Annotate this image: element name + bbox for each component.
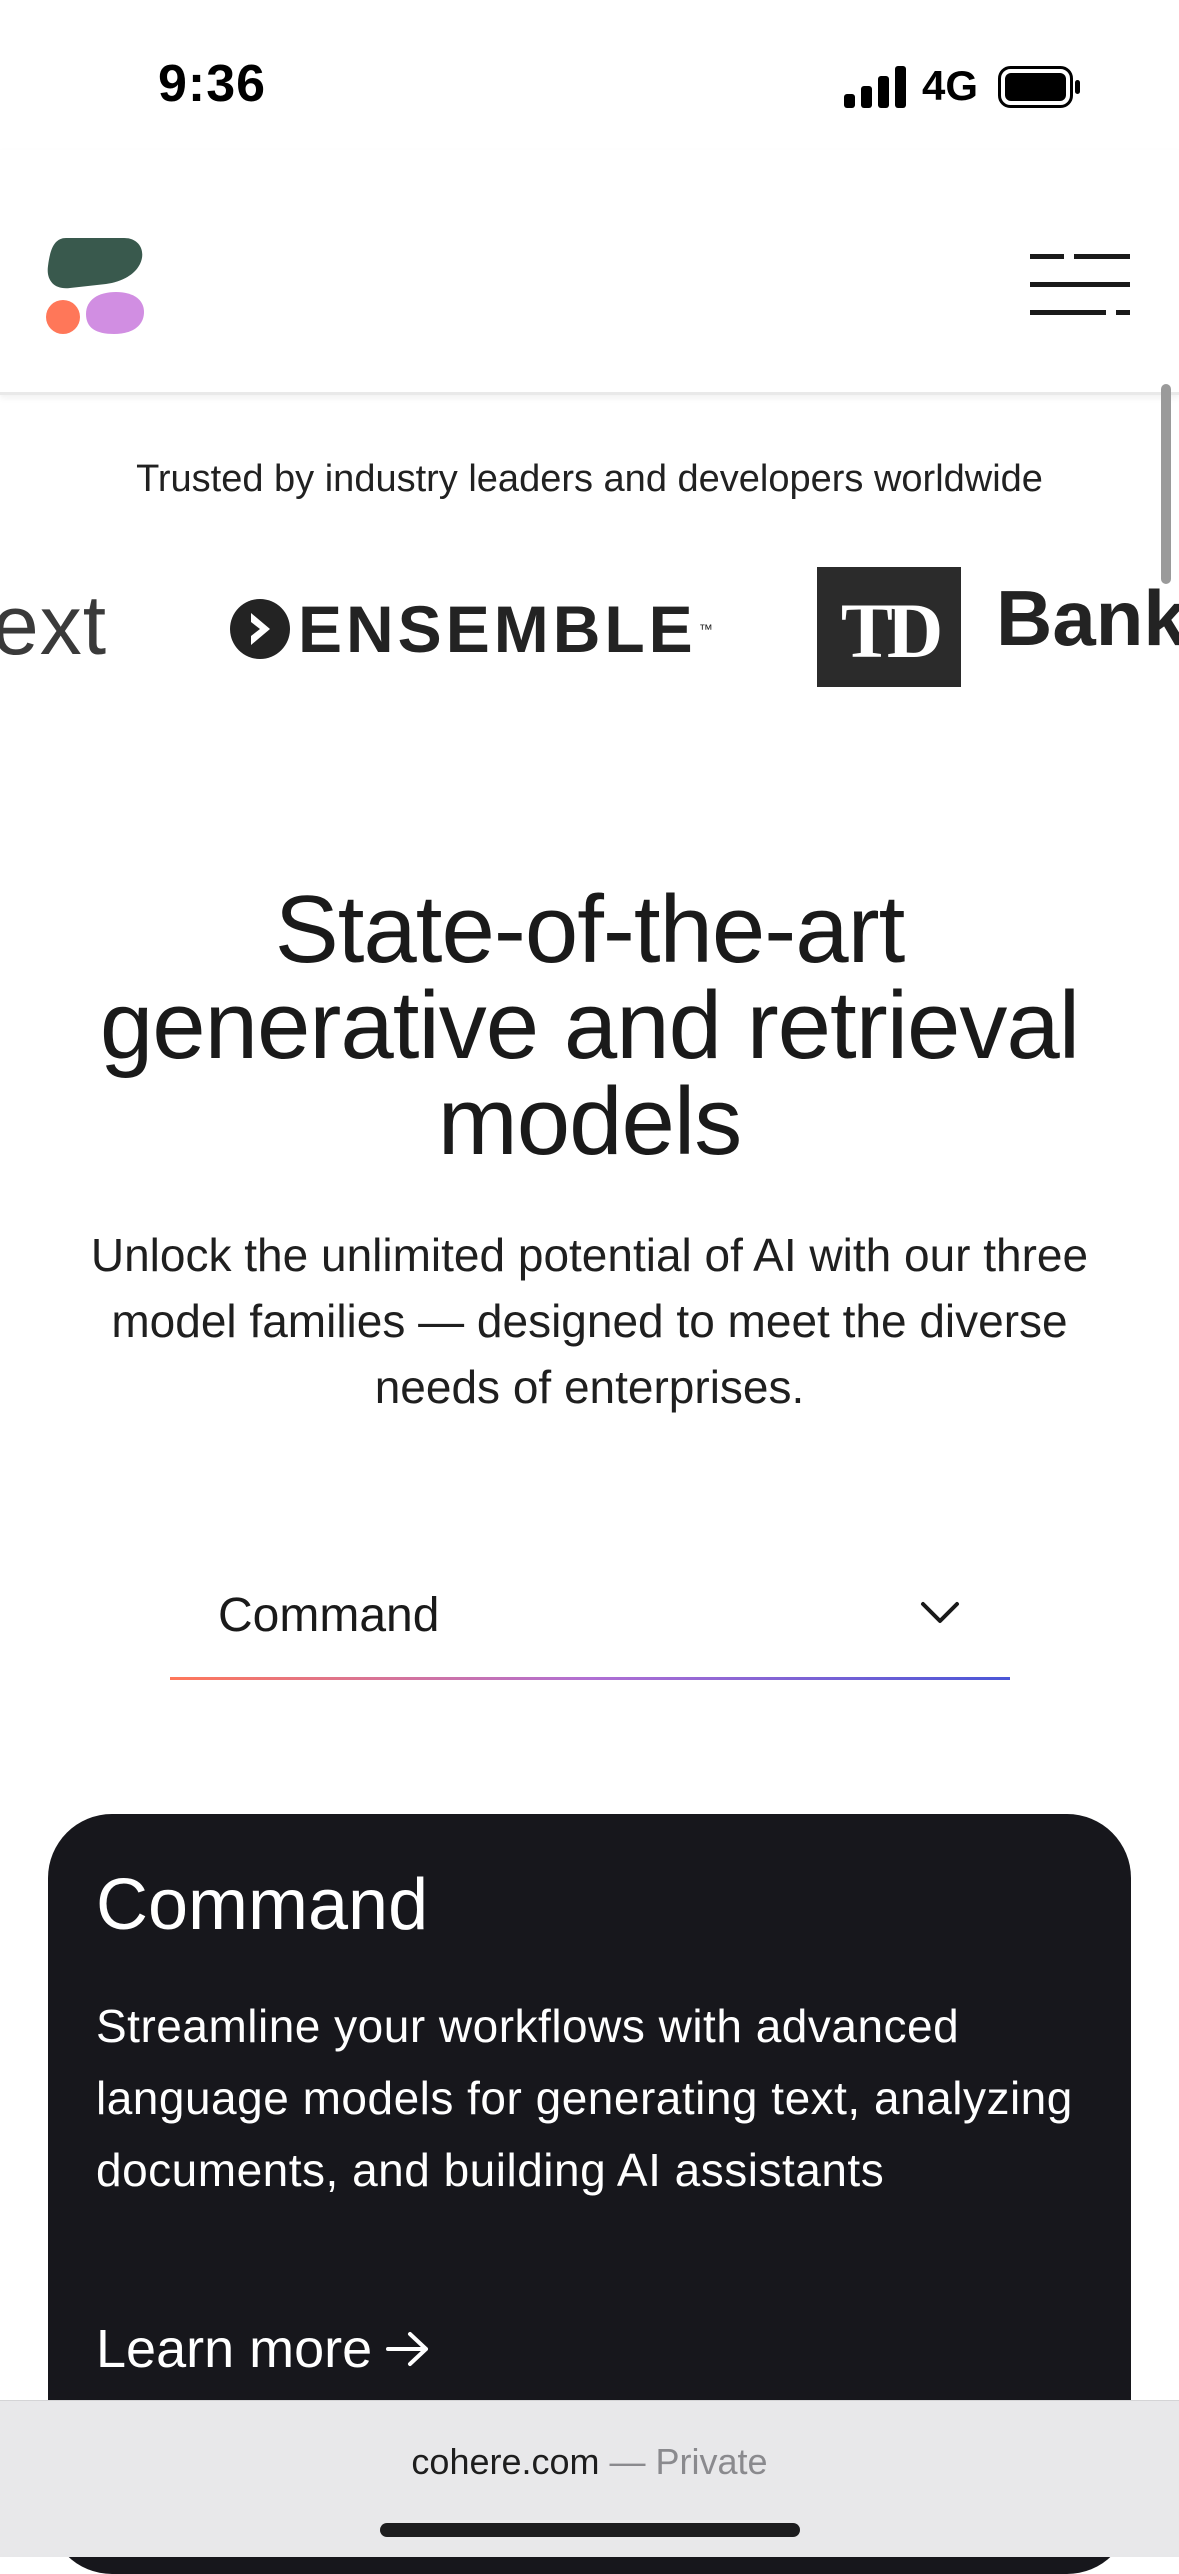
- arrow-right-icon: [386, 2332, 429, 2366]
- ensemble-wordmark: ENSEMBLE: [298, 592, 697, 666]
- customer-logo-strip: ext ENSEMBLE ™ TD Bank: [0, 555, 1179, 705]
- model-family-dropdown[interactable]: Command: [170, 1568, 1010, 1680]
- card-description: Streamline your workflows with advanced …: [96, 2000, 1073, 2196]
- ensemble-logo: ENSEMBLE ™: [230, 592, 713, 666]
- status-bar: 9:36 4G: [0, 0, 1179, 150]
- cohere-logo[interactable]: [46, 236, 146, 336]
- browser-url[interactable]: cohere.com — Private: [0, 2441, 1179, 2483]
- browser-address-bar[interactable]: cohere.com — Private: [0, 2400, 1179, 2557]
- bank-wordmark: Bank: [996, 574, 1179, 662]
- card-title: Command: [96, 1865, 429, 1945]
- network-label: 4G: [922, 62, 979, 109]
- learn-more-link[interactable]: Learn more: [96, 2318, 432, 2380]
- dropdown-gradient-underline: [170, 1677, 1010, 1680]
- ensemble-trademark: ™: [698, 621, 713, 637]
- learn-more-label: Learn more: [96, 2319, 373, 2379]
- td-bank-logo: TD: [817, 567, 961, 687]
- private-mode-label: — Private: [599, 2441, 768, 2482]
- hero-subtitle: Unlock the unlimited potential of AI wit…: [90, 1229, 1089, 1413]
- ensemble-chevron-icon: [230, 599, 290, 659]
- home-indicator[interactable]: [380, 2523, 800, 2537]
- hero-title-line: State-of-the-art: [274, 876, 906, 983]
- hero-title: State-of-the-art generative and retrieva…: [60, 882, 1119, 1170]
- site-header: [0, 150, 1179, 395]
- chevron-down-icon: [921, 1602, 959, 1623]
- status-time: 9:36: [158, 55, 267, 113]
- hero-title-line: generative and retrieval: [99, 972, 1080, 1079]
- model-family-selected-value: Command: [218, 1589, 440, 1642]
- hero-title-line: models: [437, 1068, 742, 1175]
- partial-customer-logo: ext: [0, 578, 108, 672]
- battery-icon: [998, 66, 1080, 108]
- browser-domain: cohere.com: [411, 2441, 600, 2482]
- signal-icon: [844, 66, 906, 108]
- td-logo-text: TD: [841, 587, 940, 674]
- hamburger-menu-icon[interactable]: [1030, 250, 1130, 320]
- trusted-by-text: Trusted by industry leaders and develope…: [136, 458, 1043, 500]
